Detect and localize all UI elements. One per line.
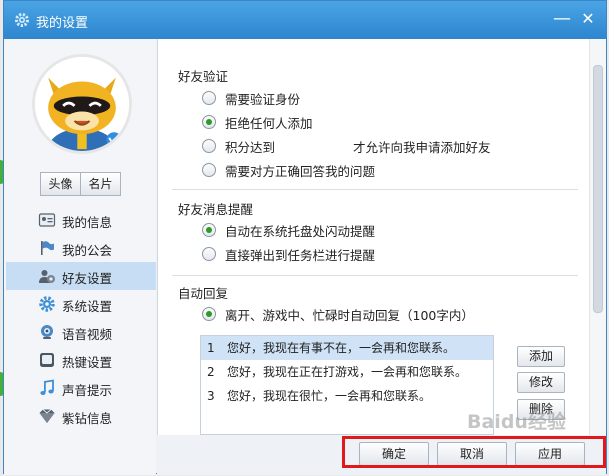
- reply-text: 您好，我现在有事不在，一会再和您联系。: [227, 341, 456, 355]
- option-label: 离开、游戏中、忙碌时自动回复（100字内）: [225, 307, 474, 323]
- nav-label: 热键设置: [62, 355, 113, 370]
- option-label: 需要对方正确回答我的问题: [225, 163, 376, 179]
- reply-row[interactable]: 2 您好，我现在正在打游戏，一会再和您联系。: [201, 360, 493, 384]
- music-note-icon: [40, 379, 54, 395]
- nav-item-sound-alert[interactable]: 声音提示: [6, 374, 156, 402]
- option-label: 才允许向我申请添加好友: [353, 139, 491, 155]
- edit-reply-button[interactable]: 修改: [517, 372, 565, 393]
- radio-auto-reply[interactable]: 离开、游戏中、忙碌时自动回复（100字内）: [202, 305, 474, 323]
- cancel-button[interactable]: 取消: [437, 442, 507, 466]
- id-card-icon: [38, 213, 56, 227]
- reply-row[interactable]: 1 您好，我现在有事不在，一会再和您联系。: [201, 336, 493, 360]
- radio-indicator: [202, 139, 216, 153]
- friend-verify-title: 好友验证: [178, 69, 229, 84]
- dialog-footer: 确定 取消 应用: [157, 435, 606, 475]
- reply-number: 3: [207, 389, 215, 403]
- settings-panel: 好友验证 需要验证身份 拒绝任何人添加 积分达到 才允许向我申请添加好友 需要对…: [157, 39, 606, 435]
- reply-text: 您好，我现在很忙，一会再和您联系。: [227, 389, 432, 403]
- section-divider: [172, 189, 578, 190]
- nav-item-voice-video[interactable]: 语音视频: [6, 318, 156, 346]
- radio-indicator: [202, 91, 216, 105]
- nav-label: 系统设置: [62, 299, 113, 314]
- radio-taskbar-popup[interactable]: 直接弹出到任务栏进行提醒: [202, 245, 375, 263]
- sidebar: 头像 名片 我的信息 我的公会 好友设置 系统设置 语音视频 热键设置 声音提示…: [4, 39, 156, 475]
- radio-answer-question[interactable]: 需要对方正确回答我的问题: [202, 161, 375, 179]
- apply-button[interactable]: 应用: [515, 442, 585, 466]
- nav-label: 我的信息: [62, 215, 113, 230]
- nav-label: 语音视频: [62, 327, 113, 342]
- nav-label: 好友设置: [62, 271, 113, 286]
- option-label: 需要验证身份: [225, 91, 301, 107]
- reply-number: 1: [207, 341, 215, 355]
- option-label: 自动在系统托盘处闪动提醒: [225, 223, 376, 239]
- reply-number: 2: [207, 365, 215, 379]
- message-alert-title: 好友消息提醒: [178, 202, 254, 217]
- scrollbar-thumb[interactable]: [593, 65, 603, 313]
- nav-item-purple-diamond[interactable]: 紫钻信息: [6, 402, 156, 430]
- radio-points-threshold[interactable]: 积分达到 才允许向我申请添加好友: [202, 137, 491, 155]
- gear-icon: [39, 296, 55, 312]
- nav-item-friend-settings[interactable]: 好友设置: [6, 262, 156, 290]
- window-title: 我的设置: [36, 16, 89, 31]
- close-button[interactable]: ✕: [578, 9, 598, 29]
- nav-label: 紫钻信息: [62, 411, 113, 426]
- reply-row[interactable]: 3 您好，我现在很忙，一会再和您联系。: [201, 384, 493, 408]
- reply-text: 您好，我现在正在打游戏，一会再和您联系。: [227, 365, 468, 379]
- option-label: 积分达到: [225, 139, 276, 155]
- radio-indicator: [202, 247, 216, 261]
- gear-icon: [15, 13, 29, 27]
- settings-window: 我的设置 — ✕ 头像 名片 我的信息 我的公会 好友设置 系统设置 语音视频 …: [3, 0, 607, 475]
- nav-item-system-settings[interactable]: 系统设置: [6, 290, 156, 318]
- radio-indicator: [202, 307, 216, 321]
- add-reply-button[interactable]: 添加: [517, 346, 565, 367]
- raccoon-avatar-icon: [35, 57, 129, 151]
- section-divider: [172, 275, 578, 276]
- nav-item-my-guild[interactable]: 我的公会: [6, 234, 156, 262]
- webcam-icon: [41, 325, 53, 339]
- nav-item-my-info[interactable]: 我的信息: [6, 206, 156, 234]
- radio-reject-all[interactable]: 拒绝任何人添加: [202, 113, 313, 131]
- option-label: 拒绝任何人添加: [225, 115, 313, 131]
- avatar-button[interactable]: 头像: [40, 172, 81, 196]
- radio-indicator: [202, 115, 216, 129]
- radio-indicator: [202, 223, 216, 237]
- vertical-scrollbar[interactable]: [589, 39, 606, 435]
- nav-label: 我的公会: [62, 243, 113, 258]
- delete-reply-button[interactable]: 删除: [517, 399, 565, 420]
- radio-indicator: [202, 163, 216, 177]
- reply-list: 1 您好，我现在有事不在，一会再和您联系。 2 您好，我现在正在打游戏，一会再和您联…: [200, 335, 494, 435]
- radio-require-verify[interactable]: 需要验证身份: [202, 89, 300, 107]
- ok-button[interactable]: 确定: [359, 442, 429, 466]
- diamond-icon: [39, 409, 55, 423]
- profile-buttons: 头像 名片: [40, 172, 121, 196]
- flag-icon: [41, 241, 54, 255]
- auto-reply-title: 自动回复: [178, 286, 229, 301]
- card-button[interactable]: 名片: [80, 172, 121, 196]
- titlebar: 我的设置 — ✕: [4, 1, 606, 39]
- minimize-button[interactable]: —: [552, 9, 572, 29]
- keyboard-icon: [40, 353, 54, 367]
- friends-icon: [39, 270, 55, 283]
- nav-item-hotkey-settings[interactable]: 热键设置: [6, 346, 156, 374]
- nav-label: 声音提示: [62, 383, 113, 398]
- option-label: 直接弹出到任务栏进行提醒: [225, 247, 376, 263]
- avatar[interactable]: [32, 54, 132, 154]
- settings-nav: 我的信息 我的公会 好友设置 系统设置 语音视频 热键设置 声音提示 紫钻信息: [6, 206, 156, 430]
- radio-tray-flash[interactable]: 自动在系统托盘处闪动提醒: [202, 221, 375, 239]
- points-input[interactable]: [287, 137, 342, 155]
